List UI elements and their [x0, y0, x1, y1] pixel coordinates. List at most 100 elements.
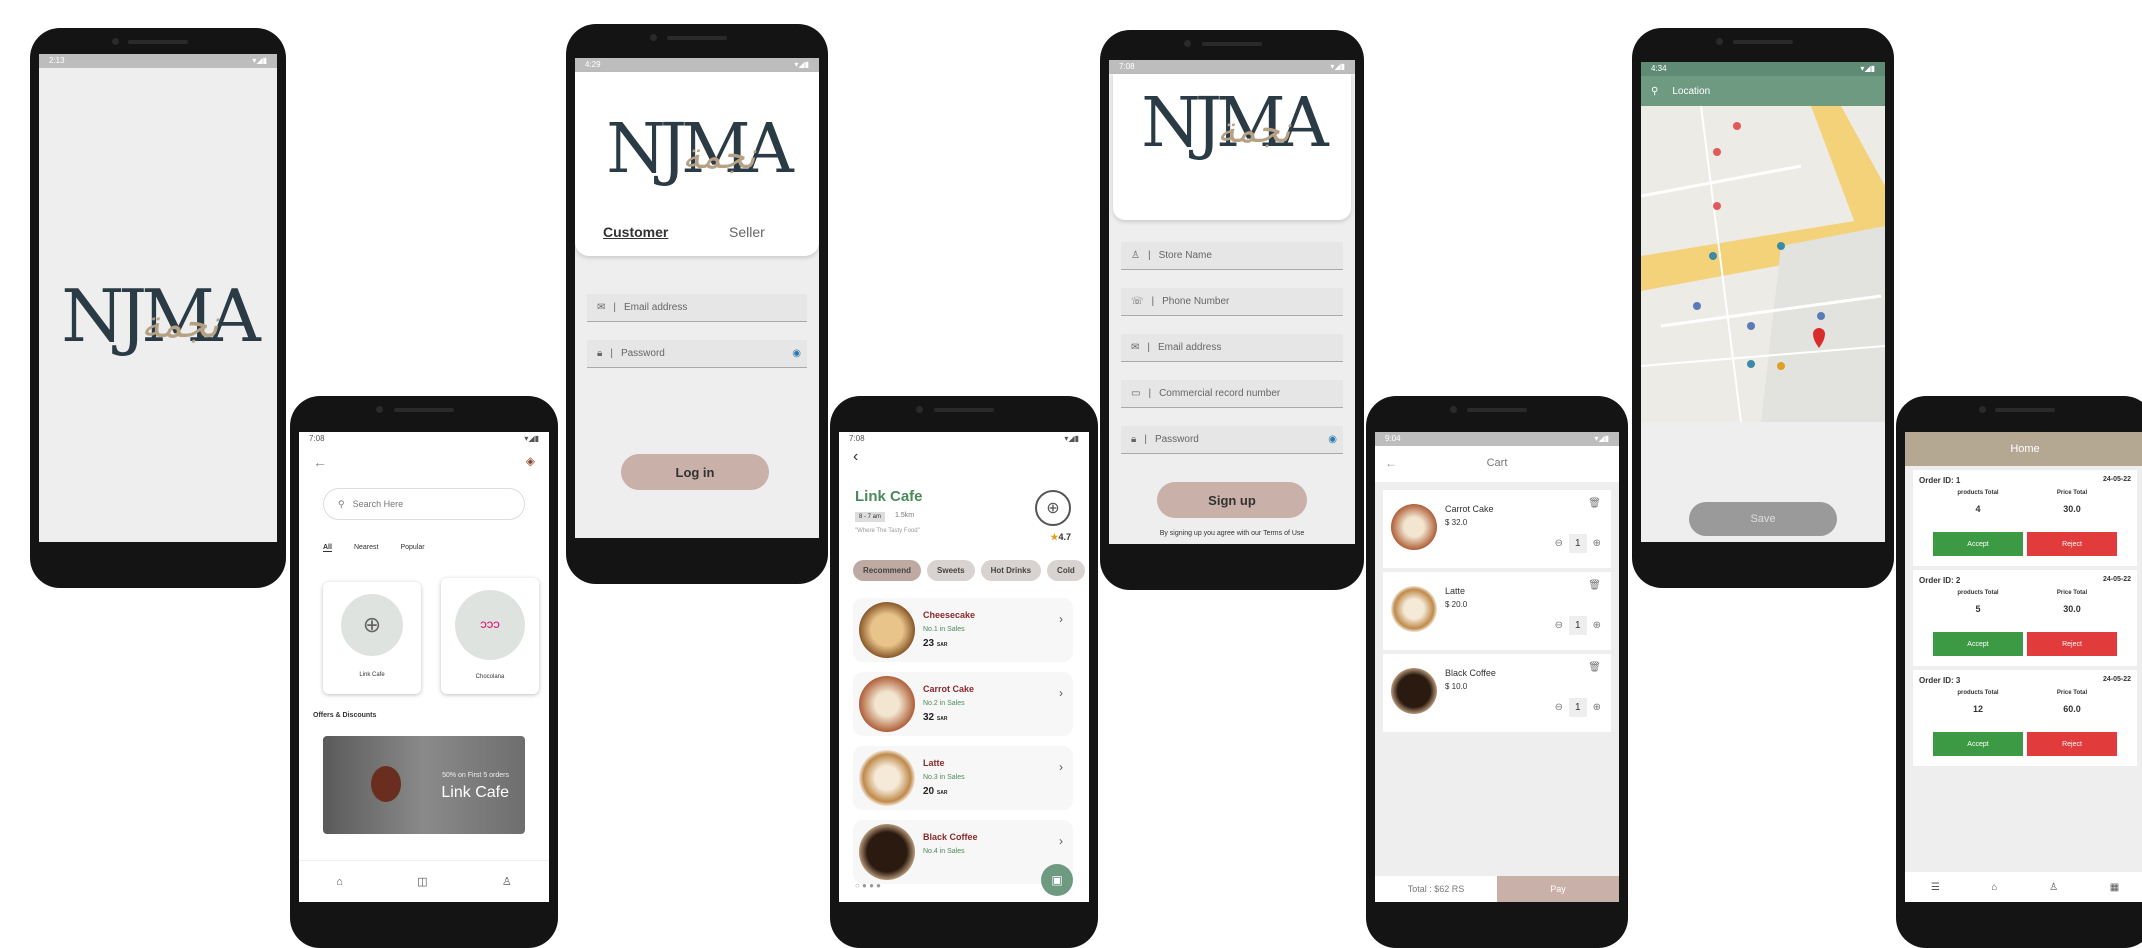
- accept-button[interactable]: Accept: [1933, 732, 2023, 756]
- quantity-stepper: ⊖ 1 ⊕: [1555, 698, 1601, 717]
- login-button[interactable]: Log in: [621, 454, 769, 490]
- offer-banner[interactable]: 50% on First 5 orders Link Cafe: [323, 736, 525, 834]
- app-logo: NJMA نجمة: [606, 110, 793, 189]
- page-title: Location: [1672, 85, 1711, 97]
- chevron-right-icon[interactable]: ›: [1059, 686, 1063, 700]
- plus-icon[interactable]: ⊕: [1593, 702, 1601, 713]
- latte-image: [859, 750, 915, 806]
- speaker: [128, 40, 188, 44]
- coffee-bean-icon: [371, 766, 401, 802]
- chevron-right-icon[interactable]: ›: [1059, 760, 1063, 774]
- terms-text[interactable]: By signing up you agree with our Terms o…: [1109, 530, 1355, 537]
- search-input[interactable]: ⚲ Search Here: [323, 488, 525, 520]
- store-card[interactable]: ⊕ Link Cafe: [323, 582, 421, 694]
- menu-item[interactable]: Latte No.3 in Sales 20 SAR ›: [853, 746, 1073, 810]
- store-name: Link Cafe: [359, 672, 385, 678]
- signup-button[interactable]: Sign up: [1157, 482, 1307, 518]
- menu-icon[interactable]: ☰: [1931, 882, 1940, 893]
- cart-header: ← Cart: [1375, 446, 1619, 482]
- status-bar: 4:29 ▾◢▮: [575, 58, 819, 72]
- menu-screen: 7:08 ▾◢▮ ‹ Link Cafe 8 - 7 am 1.5km "Wher…: [839, 432, 1089, 902]
- filter-tabs: All Nearest Popular: [323, 544, 425, 552]
- password-field[interactable]: 🔒︎ | Password ◉: [1121, 426, 1343, 454]
- menu-item[interactable]: Cheesecake No.1 in Sales 23 SAR ›: [853, 598, 1073, 662]
- phone-orders: Home Order ID: 1 24-05-22 products Total P…: [1896, 396, 2142, 948]
- map[interactable]: [1641, 105, 1885, 423]
- cart-fab[interactable]: ▣: [1041, 864, 1073, 896]
- bag-icon[interactable]: ◫: [417, 875, 427, 888]
- menu-item[interactable]: Carrot Cake No.2 in Sales 32 SAR ›: [853, 672, 1073, 736]
- orders-header: Home: [1905, 432, 2142, 466]
- commercial-record-field[interactable]: ▭ | Commercial record number: [1121, 380, 1343, 408]
- page-dots: ○ ● ● ●: [855, 881, 881, 890]
- cafe-name: Link Cafe: [855, 488, 923, 505]
- phone-cart: 9:04 ▾◢▮ ← Cart Carrot Cake $ 32.0 🗑︎ ⊖ 1 ⊕ La…: [1366, 396, 1628, 948]
- minus-icon[interactable]: ⊖: [1555, 702, 1563, 713]
- eye-icon[interactable]: ◉: [1328, 434, 1337, 445]
- eye-icon[interactable]: ◉: [792, 348, 801, 359]
- home-icon[interactable]: ⌂: [336, 876, 343, 888]
- cart-item: Carrot Cake $ 32.0 🗑︎ ⊖ 1 ⊕: [1383, 490, 1611, 568]
- person-icon[interactable]: ♙: [502, 875, 512, 888]
- cart-total: Total : $62 RS: [1375, 876, 1497, 902]
- minus-icon[interactable]: ⊖: [1555, 538, 1563, 549]
- tab-hot-drinks[interactable]: Hot Drinks: [980, 560, 1042, 581]
- tab-sweets[interactable]: Sweets: [927, 560, 975, 581]
- tab-cold[interactable]: Cold: [1047, 560, 1085, 581]
- status-bar: 4:34 ▾◢▮: [1641, 62, 1885, 76]
- email-field[interactable]: ✉ | Email address: [1121, 334, 1343, 362]
- chevron-right-icon[interactable]: ›: [1059, 612, 1063, 626]
- tab-popular[interactable]: Popular: [400, 544, 424, 552]
- tab-seller[interactable]: Seller: [729, 224, 765, 240]
- order-card: Order ID: 1 24-05-22 products Total Price …: [1913, 470, 2137, 566]
- pay-button[interactable]: Pay: [1497, 876, 1619, 902]
- back-arrow-icon[interactable]: ←: [313, 454, 327, 470]
- cart-item: Black Coffee $ 10.0 🗑︎ ⊖ 1 ⊕: [1383, 654, 1611, 732]
- lock-icon: 🔒︎: [597, 348, 603, 359]
- cart-icon[interactable]: ◈: [526, 454, 535, 468]
- trash-icon[interactable]: 🗑︎: [1588, 498, 1601, 509]
- trash-icon[interactable]: 🗑︎: [1588, 662, 1601, 673]
- store-name-field[interactable]: ♙ | Store Name: [1121, 242, 1343, 270]
- plus-icon[interactable]: ⊕: [1593, 620, 1601, 631]
- cafe-distance: 1.5km: [895, 512, 915, 519]
- search-icon: ⚲: [338, 498, 345, 509]
- save-button[interactable]: Save: [1689, 502, 1837, 536]
- cheesecake-image: [859, 602, 915, 658]
- password-field[interactable]: 🔒︎ | Password ◉: [587, 340, 807, 368]
- tab-all[interactable]: All: [323, 544, 332, 552]
- splash-screen: 2:13▾◢▮ NJMAنجمة ◀●■: [39, 54, 277, 542]
- person-icon[interactable]: ♙: [2049, 882, 2058, 893]
- reject-button[interactable]: Reject: [2027, 732, 2117, 756]
- tab-recommend[interactable]: Recommend: [853, 560, 922, 581]
- menu-item[interactable]: Black Coffee No.4 in Sales ›: [853, 820, 1073, 884]
- phone-number-field[interactable]: ☏ | Phone Number: [1121, 288, 1343, 316]
- accept-button[interactable]: Accept: [1933, 632, 2023, 656]
- home-icon[interactable]: ⌂: [1991, 882, 1997, 893]
- chevron-right-icon[interactable]: ›: [1059, 834, 1063, 848]
- tab-nearest[interactable]: Nearest: [354, 544, 379, 552]
- order-card: Order ID: 3 24-05-22 products Total Price …: [1913, 670, 2137, 766]
- search-icon[interactable]: ⚲: [1651, 86, 1658, 97]
- back-chevron-icon[interactable]: ‹: [853, 448, 858, 466]
- store-card[interactable]: ƆƆƆ Chocolana: [441, 578, 539, 694]
- mail-icon: ✉: [1131, 342, 1140, 353]
- cafe-logo: ⊕: [1035, 490, 1071, 526]
- trash-icon[interactable]: 🗑︎: [1588, 580, 1601, 591]
- bottom-nav: ☰ ⌂ ♙ ▦: [1905, 872, 2142, 902]
- plus-icon[interactable]: ⊕: [1593, 538, 1601, 549]
- black-coffee-image: [1391, 668, 1437, 714]
- quantity-stepper: ⊖ 1 ⊕: [1555, 616, 1601, 635]
- black-coffee-image: [859, 824, 915, 880]
- minus-icon[interactable]: ⊖: [1555, 620, 1563, 631]
- tab-customer[interactable]: Customer: [603, 224, 668, 240]
- orders-screen: Home Order ID: 1 24-05-22 products Total P…: [1905, 432, 2142, 902]
- signup-header-card: NJMA نجمة: [1113, 74, 1351, 220]
- email-field[interactable]: ✉ | Email address: [587, 294, 807, 322]
- reject-button[interactable]: Reject: [2027, 632, 2117, 656]
- accept-button[interactable]: Accept: [1933, 532, 2023, 556]
- grid-icon[interactable]: ▦: [2110, 882, 2119, 893]
- camera: [111, 38, 119, 45]
- reject-button[interactable]: Reject: [2027, 532, 2117, 556]
- phone-home: 7:08 ▾◢▮ ← ◈ ⚲ Search Here All Nearest Popul…: [290, 396, 558, 948]
